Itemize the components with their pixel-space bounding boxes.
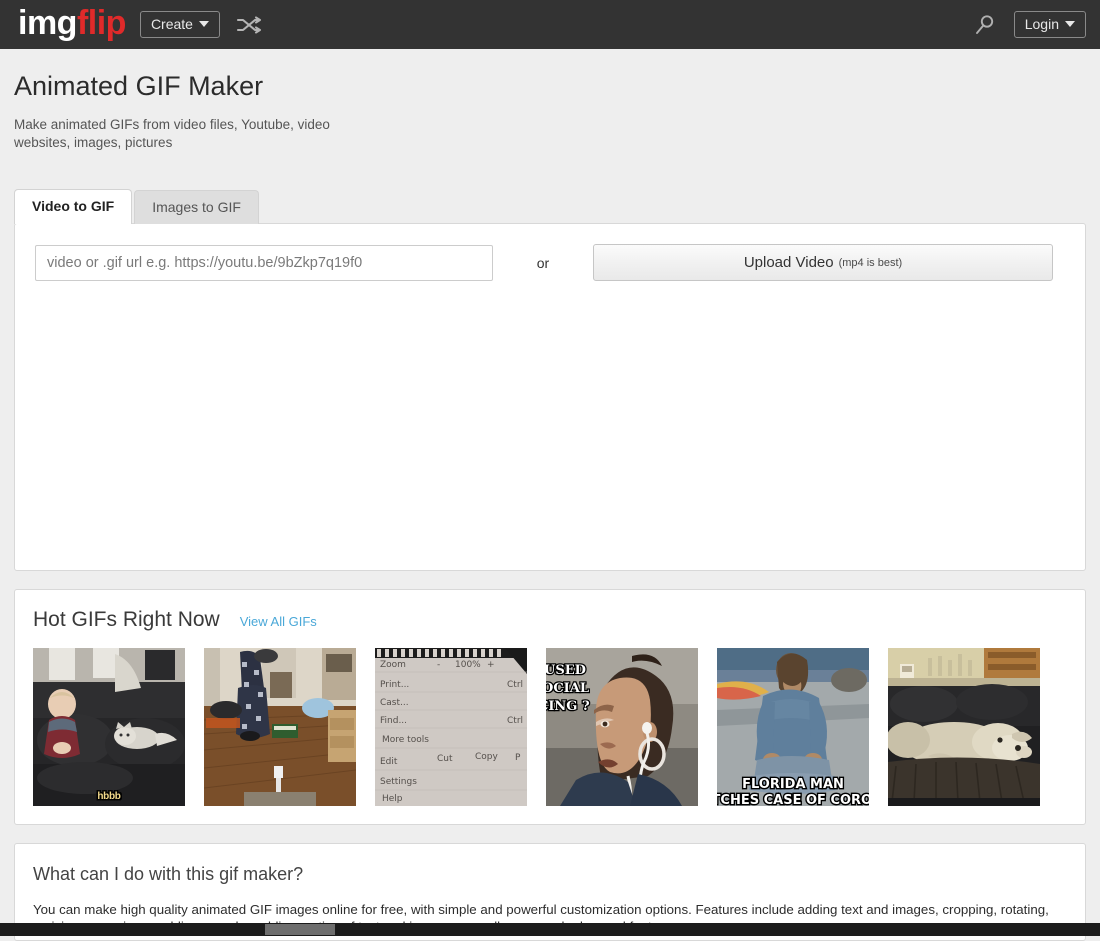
svg-text:Ctrl: Ctrl xyxy=(507,716,523,726)
page-body: Animated GIF Maker Make animated GIFs fr… xyxy=(0,49,1100,941)
tab-images-to-gif[interactable]: Images to GIF xyxy=(134,190,259,224)
gif-thumbnail-image: Zoom - 100% + Print... Ctrl Cast... Find… xyxy=(375,648,527,806)
gif-thumbnail[interactable]: FLORIDA MAN CATCHES CASE OF CORONA FLORI… xyxy=(717,648,869,806)
chevron-down-icon xyxy=(198,21,209,27)
upload-video-button[interactable]: Upload Video (mp4 is best) xyxy=(593,244,1053,281)
svg-text:-: - xyxy=(437,660,440,670)
logo-img-text: img xyxy=(18,4,77,42)
source-input-row: or Upload Video (mp4 is best) xyxy=(35,244,1065,281)
imgflip-logo[interactable]: imgflip xyxy=(18,6,126,43)
svg-text:100%: 100% xyxy=(455,660,481,670)
video-url-input[interactable] xyxy=(35,244,493,281)
upload-video-button-label: Upload Video xyxy=(743,254,834,271)
create-button[interactable]: Create xyxy=(139,11,220,38)
login-button-label: Login xyxy=(1024,16,1059,32)
svg-text:Help: Help xyxy=(382,794,403,804)
gif-thumbnail-image: FLORIDA MAN CATCHES CASE OF CORONA xyxy=(717,648,869,806)
tab-images-to-gif-label: Images to GIF xyxy=(152,199,241,215)
gif-thumbnail[interactable]: Zoom - 100% + Print... Ctrl Cast... Find… xyxy=(375,648,527,806)
horizontal-scrollbar[interactable] xyxy=(0,923,1100,936)
svg-text:CATCHES CASE OF CORONA: CATCHES CASE OF CORONA xyxy=(717,793,869,806)
hot-gifs-list: hbbb Zoom - 100% + Print... Ctrl Cast...… xyxy=(33,648,1067,806)
svg-text:Settings: Settings xyxy=(380,777,417,787)
svg-text:Edit: Edit xyxy=(380,757,398,767)
logo-flip-text: flip xyxy=(76,4,126,42)
gif-thumbnail[interactable]: hbbb xyxy=(33,648,185,806)
top-navbar: imgflip Create Login xyxy=(0,0,1100,49)
svg-text:Find...: Find... xyxy=(380,716,407,726)
svg-text:Print...: Print... xyxy=(380,680,409,690)
tab-video-to-gif[interactable]: Video to GIF xyxy=(14,189,133,224)
tab-bar: Video to GIF Images to GIF xyxy=(14,188,1090,224)
shuffle-icon[interactable] xyxy=(236,15,262,34)
svg-text:OCIAL: OCIAL xyxy=(546,681,589,696)
gif-thumbnail[interactable] xyxy=(888,648,1040,806)
or-separator-label: or xyxy=(536,254,550,271)
svg-text:Zoom: Zoom xyxy=(380,660,406,670)
svg-text:FLORIDA MAN: FLORIDA MAN xyxy=(742,777,844,792)
page-title: Animated GIF Maker xyxy=(14,71,264,101)
gif-thumbnail-image xyxy=(204,648,356,806)
create-button-label: Create xyxy=(150,16,193,32)
svg-text:Ctrl: Ctrl xyxy=(507,680,523,690)
gif-thumbnail-caption: hbbb xyxy=(97,790,121,802)
svg-text:USED: USED xyxy=(546,663,586,678)
page-subtitle: Make animated GIFs from video files, You… xyxy=(14,117,330,150)
hot-gifs-header: Hot GIFs Right Now View All GIFs xyxy=(33,608,1067,632)
svg-text:+: + xyxy=(487,660,495,670)
tab-video-to-gif-label: Video to GIF xyxy=(32,198,115,214)
hot-gifs-panel: Hot GIFs Right Now View All GIFs hbbb Zo… xyxy=(14,589,1086,825)
svg-text:CING ?: CING ? xyxy=(546,699,590,714)
page-content-wrapper: Animated GIF Maker Make animated GIFs fr… xyxy=(10,49,1090,941)
hot-gifs-title: Hot GIFs Right Now xyxy=(33,608,220,631)
svg-text:P: P xyxy=(515,753,521,763)
chevron-down-icon xyxy=(1065,21,1075,27)
faq-title: What can I do with this gif maker? xyxy=(33,864,304,884)
login-button[interactable]: Login xyxy=(1013,11,1086,38)
search-icon[interactable] xyxy=(974,14,996,36)
gif-thumbnail-image xyxy=(33,648,185,806)
svg-text:Cast...: Cast... xyxy=(380,698,409,708)
gif-maker-panel: or Upload Video (mp4 is best) xyxy=(14,223,1086,571)
view-all-gifs-link[interactable]: View All GIFs xyxy=(240,614,317,629)
svg-text:Copy: Copy xyxy=(475,752,499,762)
svg-text:More tools: More tools xyxy=(382,735,429,745)
svg-text:Cut: Cut xyxy=(437,754,453,764)
gif-thumbnail[interactable] xyxy=(204,648,356,806)
horizontal-scrollbar-thumb[interactable] xyxy=(265,924,335,935)
gif-thumbnail-image: USED OCIAL CING ? xyxy=(546,648,698,806)
gif-thumbnail-image xyxy=(888,648,1040,806)
gif-thumbnail[interactable]: USED OCIAL CING ? USED OCIAL CING ? xyxy=(546,648,698,806)
upload-video-button-hint: (mp4 is best) xyxy=(838,256,903,269)
